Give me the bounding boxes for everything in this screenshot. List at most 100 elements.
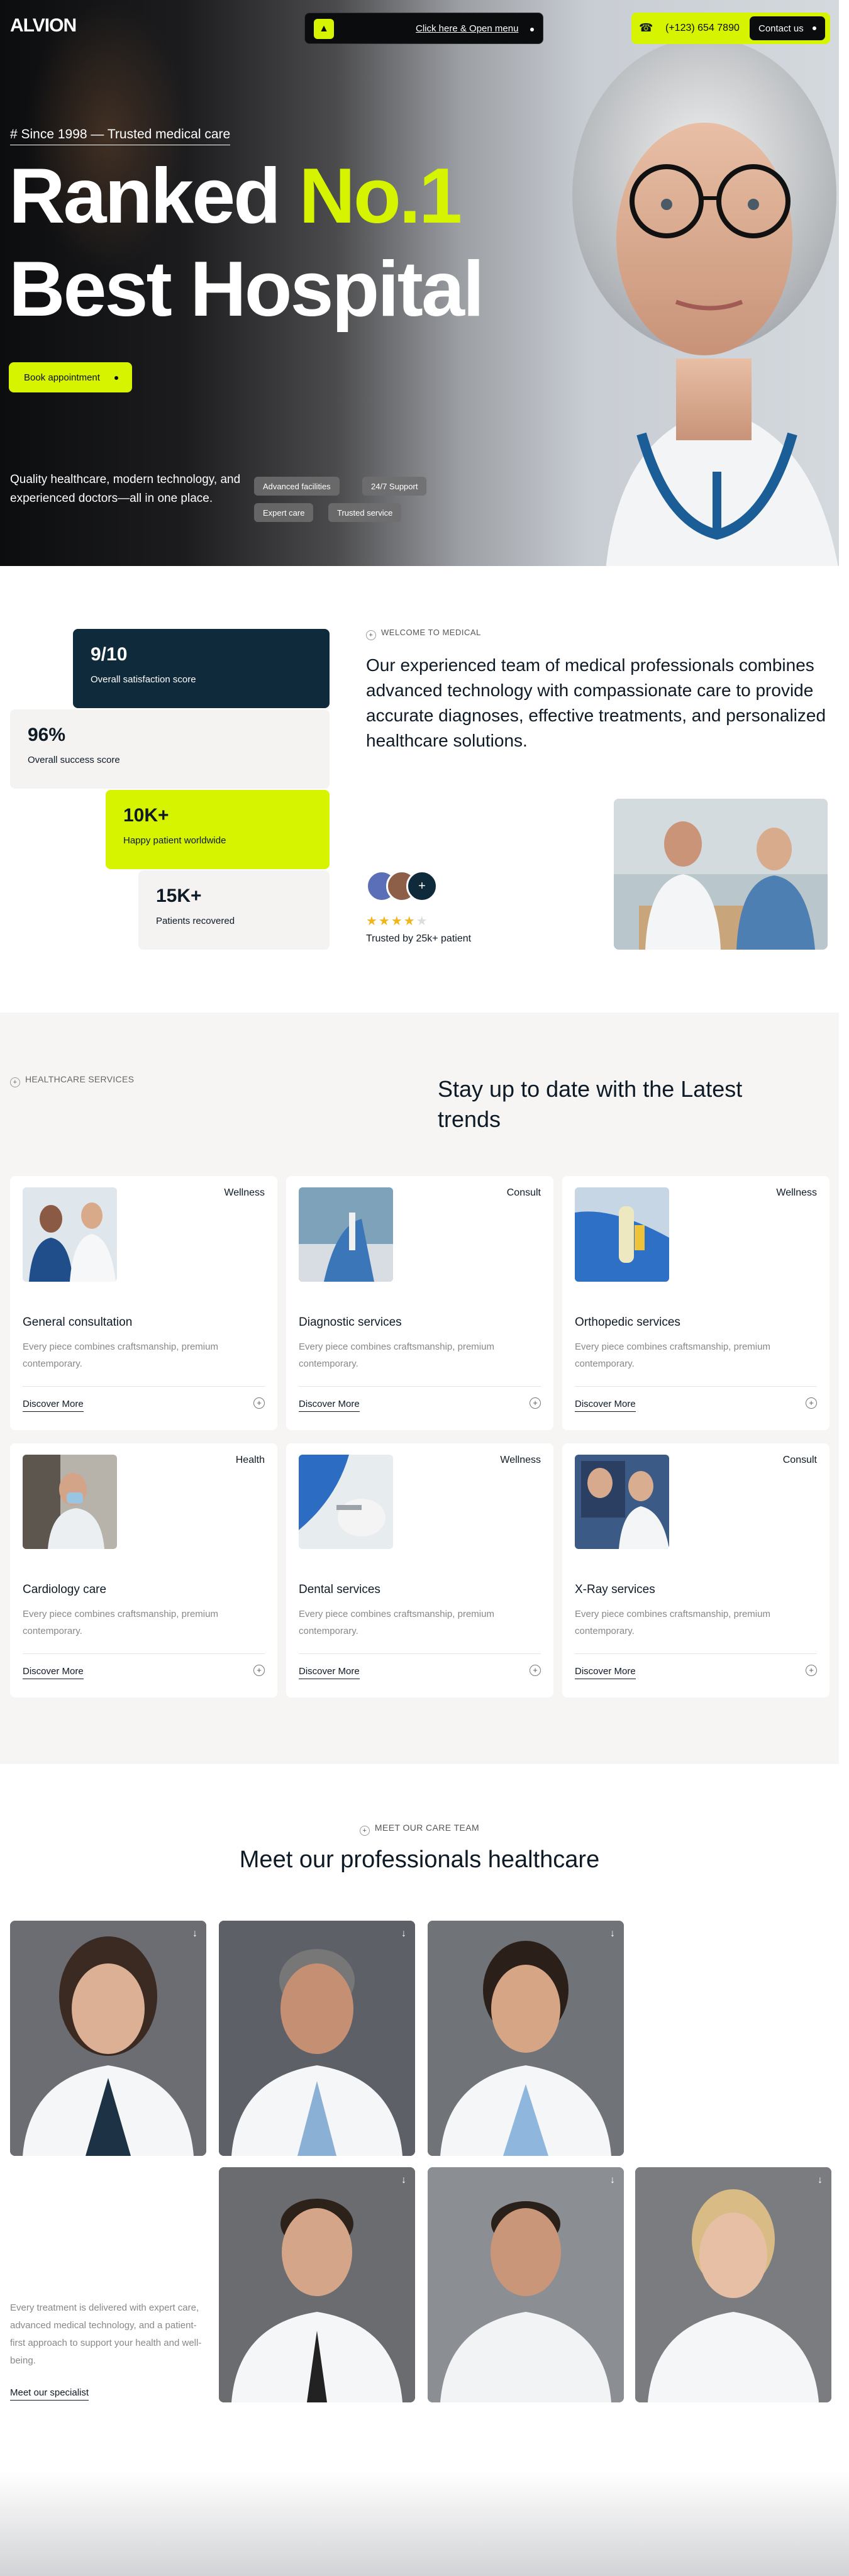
- phone-number[interactable]: (+123) 654 7890: [665, 23, 740, 34]
- open-menu-link[interactable]: Click here & Open menu: [416, 23, 518, 34]
- download-icon[interactable]: ↓: [610, 2175, 615, 2186]
- download-icon[interactable]: ↓: [401, 2175, 406, 2186]
- headset-icon: ☎: [639, 21, 653, 34]
- brand-logo[interactable]: ALVION: [10, 15, 77, 36]
- service-photo: [575, 1455, 669, 1549]
- section-tag: + MEET OUR CARE TEAM: [0, 1823, 839, 1836]
- service-card[interactable]: Wellness Dental services Every piece com…: [286, 1443, 553, 1697]
- plus-circle-icon[interactable]: +: [530, 1397, 541, 1409]
- section-tag-label: HEALTHCARE SERVICES: [25, 1074, 135, 1084]
- feature-pill: Expert care: [254, 503, 314, 522]
- service-description: Every piece combines craftsmanship, prem…: [23, 1341, 218, 1369]
- divider: [299, 1386, 541, 1387]
- service-tag: Consult: [782, 1455, 817, 1465]
- discover-more-link[interactable]: Discover More: [23, 1399, 84, 1412]
- service-photo: [23, 1455, 117, 1549]
- doctor-consultation-photo: [614, 799, 828, 950]
- contact-us-label: Contact us: [758, 23, 804, 34]
- dot-icon: [530, 28, 534, 31]
- feature-pill: Trusted service: [328, 503, 402, 522]
- divider: [23, 1653, 265, 1654]
- menu-bar[interactable]: ▲ Click here & Open menu: [304, 13, 543, 44]
- doctor-card[interactable]: ↓: [219, 2167, 415, 2402]
- footer-gradient: [0, 2472, 849, 2576]
- service-card[interactable]: Wellness Orthopedic services Every piece…: [562, 1176, 830, 1430]
- service-title: General consultation: [23, 1316, 133, 1329]
- service-description: Every piece combines craftsmanship, prem…: [23, 1609, 218, 1636]
- doctor-photo: [219, 1921, 415, 2156]
- service-title: Dental services: [299, 1583, 380, 1596]
- feature-pill: Advanced facilities: [254, 477, 340, 496]
- discover-more-link[interactable]: Discover More: [575, 1399, 636, 1412]
- doctor-card[interactable]: ↓: [428, 2167, 624, 2402]
- stat-card-success: 96% Overall success score: [10, 709, 330, 789]
- book-appointment-label: Book appointment: [24, 372, 100, 383]
- plus-icon: +: [366, 630, 376, 640]
- since-tagline: # Since 1998 — Trusted medical care: [10, 127, 231, 145]
- stat-card-satisfaction: 9/10 Overall satisfaction score: [73, 629, 330, 708]
- doctor-photo: [635, 2167, 831, 2402]
- doctor-photo: [428, 1921, 624, 2156]
- stat-value: 96%: [28, 724, 66, 745]
- doctor-card[interactable]: ↓: [635, 2167, 831, 2402]
- service-title: Cardiology care: [23, 1583, 107, 1596]
- dot-icon: [114, 376, 118, 380]
- divider: [299, 1653, 541, 1654]
- hero-title-ranked: Ranked: [9, 153, 299, 240]
- team-title: Meet our professionals healthcare: [239, 1846, 600, 1873]
- download-icon[interactable]: ↓: [401, 1928, 406, 1940]
- service-title: Orthopedic services: [575, 1316, 680, 1329]
- discover-more-link[interactable]: Discover More: [23, 1666, 84, 1679]
- trusted-text: Trusted by 25k+ patient: [366, 933, 472, 944]
- service-tag: Consult: [506, 1187, 541, 1198]
- plus-circle-icon[interactable]: +: [806, 1665, 817, 1676]
- patient-avatars: +: [366, 870, 448, 902]
- discover-more-link[interactable]: Discover More: [299, 1399, 360, 1412]
- stat-card-happy: 10K+ Happy patient worldwide: [106, 790, 330, 869]
- doctor-photo: [428, 2167, 624, 2402]
- doctor-card[interactable]: ↓: [10, 1921, 206, 2156]
- service-description: Every piece combines craftsmanship, prem…: [299, 1609, 494, 1636]
- plus-circle-icon[interactable]: +: [530, 1665, 541, 1676]
- service-photo: [299, 1187, 393, 1282]
- stat-label: Overall satisfaction score: [91, 674, 196, 685]
- rating-stars: ★★★★★: [366, 914, 429, 928]
- services-title: Stay up to date with the Latest trends: [438, 1076, 743, 1132]
- section-tag-label: MEET OUR CARE TEAM: [374, 1823, 480, 1833]
- divider: [575, 1386, 817, 1387]
- plus-icon: +: [10, 1077, 20, 1087]
- mission-statement: Our experienced team of medical professi…: [366, 655, 826, 750]
- dot-icon: [813, 26, 816, 30]
- hero-section: ALVION ▲ Click here & Open menu ☎ (+123)…: [0, 0, 839, 566]
- service-photo: [575, 1187, 669, 1282]
- service-card[interactable]: Health Cardiology care Every piece combi…: [10, 1443, 277, 1697]
- contact-us-button[interactable]: Contact us: [750, 16, 825, 40]
- senior-doctor-photo: [572, 38, 838, 566]
- discover-more-link[interactable]: Discover More: [575, 1666, 636, 1679]
- phone-contact-box: ☎ (+123) 654 7890 Contact us: [631, 13, 830, 44]
- plus-circle-icon[interactable]: +: [253, 1397, 265, 1409]
- stat-value: 15K+: [156, 886, 202, 906]
- plus-circle-icon[interactable]: +: [806, 1397, 817, 1409]
- service-description: Every piece combines craftsmanship, prem…: [575, 1609, 770, 1636]
- hero-description: Quality healthcare, modern technology, a…: [10, 473, 241, 505]
- book-appointment-button[interactable]: Book appointment: [9, 362, 132, 392]
- meet-specialist-link[interactable]: Meet our specialist: [10, 2387, 89, 2401]
- download-icon[interactable]: ↓: [610, 1928, 615, 1940]
- download-icon[interactable]: ↓: [192, 1928, 197, 1940]
- section-tag: + HEALTHCARE SERVICES: [10, 1074, 134, 1087]
- doctor-card[interactable]: ↓: [219, 1921, 415, 2156]
- discover-more-link[interactable]: Discover More: [299, 1666, 360, 1679]
- service-title: Diagnostic services: [299, 1316, 402, 1329]
- download-icon[interactable]: ↓: [818, 2175, 823, 2186]
- doctor-photo: [10, 1921, 206, 2156]
- divider: [575, 1653, 817, 1654]
- service-card[interactable]: Consult X-Ray services Every piece combi…: [562, 1443, 830, 1697]
- feature-pill: 24/7 Support: [362, 477, 427, 496]
- service-card[interactable]: Wellness General consultation Every piec…: [10, 1176, 277, 1430]
- stat-label: Patients recovered: [156, 916, 235, 926]
- plus-circle-icon[interactable]: +: [253, 1665, 265, 1676]
- team-description: Every treatment is delivered with expert…: [10, 2302, 202, 2366]
- service-card[interactable]: Consult Diagnostic services Every piece …: [286, 1176, 553, 1430]
- doctor-card[interactable]: ↓: [428, 1921, 624, 2156]
